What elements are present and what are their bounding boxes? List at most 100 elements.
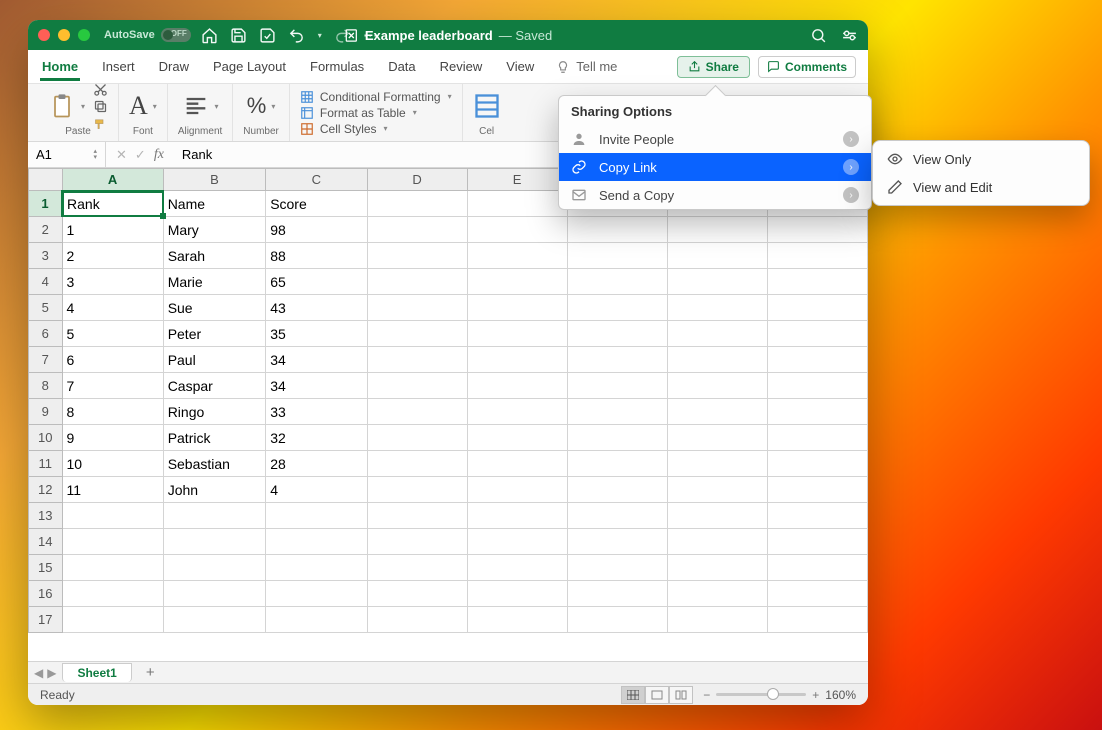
cell[interactable] xyxy=(367,477,467,503)
cell[interactable] xyxy=(367,295,467,321)
cell[interactable] xyxy=(467,399,567,425)
close-window-button[interactable] xyxy=(38,29,50,41)
cell[interactable]: 2 xyxy=(62,243,163,269)
view-page-break-button[interactable] xyxy=(669,686,693,704)
cell[interactable] xyxy=(62,607,163,633)
cell[interactable] xyxy=(567,477,667,503)
cell[interactable] xyxy=(467,217,567,243)
cell[interactable] xyxy=(667,347,767,373)
cell[interactable]: 28 xyxy=(266,451,367,477)
cell[interactable]: Sebastian xyxy=(163,451,266,477)
cell[interactable] xyxy=(467,451,567,477)
cell[interactable] xyxy=(467,477,567,503)
share-button[interactable]: Share xyxy=(677,56,750,78)
number-dropdown-icon[interactable]: ▾ xyxy=(271,102,275,111)
row-header[interactable]: 14 xyxy=(29,529,63,555)
cell[interactable] xyxy=(467,269,567,295)
cell[interactable] xyxy=(367,269,467,295)
cell[interactable] xyxy=(467,503,567,529)
cell[interactable] xyxy=(367,243,467,269)
cell[interactable] xyxy=(767,399,867,425)
stepper-icon[interactable]: ▴▾ xyxy=(93,149,97,161)
cell[interactable] xyxy=(767,321,867,347)
cell[interactable] xyxy=(667,425,767,451)
cell[interactable] xyxy=(266,607,367,633)
cell[interactable]: Sue xyxy=(163,295,266,321)
cell[interactable] xyxy=(567,425,667,451)
cell[interactable] xyxy=(62,555,163,581)
cell[interactable] xyxy=(467,243,567,269)
minimize-window-button[interactable] xyxy=(58,29,70,41)
cell[interactable]: Ringo xyxy=(163,399,266,425)
alignment-icon[interactable] xyxy=(182,92,210,120)
row-header[interactable]: 1 xyxy=(29,191,63,217)
cell[interactable] xyxy=(767,529,867,555)
cell[interactable] xyxy=(467,529,567,555)
column-header[interactable]: B xyxy=(163,169,266,191)
row-header[interactable]: 5 xyxy=(29,295,63,321)
cell[interactable] xyxy=(667,373,767,399)
cell[interactable] xyxy=(467,191,567,217)
cell[interactable] xyxy=(62,529,163,555)
tab-draw[interactable]: Draw xyxy=(157,53,191,81)
format-painter-icon[interactable] xyxy=(93,116,108,131)
cell[interactable] xyxy=(567,295,667,321)
cell[interactable] xyxy=(567,373,667,399)
cell[interactable]: Peter xyxy=(163,321,266,347)
view-normal-button[interactable] xyxy=(621,686,645,704)
tab-insert[interactable]: Insert xyxy=(100,53,137,81)
cells-icon[interactable] xyxy=(473,92,501,120)
cell[interactable]: 34 xyxy=(266,347,367,373)
cell[interactable] xyxy=(266,503,367,529)
cell[interactable] xyxy=(467,425,567,451)
row-header[interactable]: 15 xyxy=(29,555,63,581)
cell[interactable]: Score xyxy=(266,191,367,217)
cell[interactable] xyxy=(567,451,667,477)
tab-formulas[interactable]: Formulas xyxy=(308,53,366,81)
tab-home[interactable]: Home xyxy=(40,53,80,81)
cell[interactable] xyxy=(467,555,567,581)
font-a-icon[interactable]: A xyxy=(129,91,148,121)
cell[interactable] xyxy=(467,373,567,399)
cell[interactable]: 11 xyxy=(62,477,163,503)
cell[interactable] xyxy=(767,503,867,529)
cell[interactable]: 98 xyxy=(266,217,367,243)
cell[interactable] xyxy=(767,477,867,503)
cell[interactable] xyxy=(367,191,467,217)
cell[interactable] xyxy=(567,607,667,633)
cell[interactable] xyxy=(266,529,367,555)
cell[interactable]: 3 xyxy=(62,269,163,295)
cell[interactable]: 35 xyxy=(266,321,367,347)
cell[interactable]: Sarah xyxy=(163,243,266,269)
cell[interactable] xyxy=(767,581,867,607)
tab-view[interactable]: View xyxy=(504,53,536,81)
cell[interactable] xyxy=(567,269,667,295)
column-header[interactable]: A xyxy=(62,169,163,191)
cell[interactable]: 8 xyxy=(62,399,163,425)
cancel-formula-icon[interactable]: ✕ xyxy=(116,147,127,163)
cell[interactable] xyxy=(767,607,867,633)
invite-people-item[interactable]: Invite People › xyxy=(559,125,871,153)
cell[interactable]: 32 xyxy=(266,425,367,451)
save-check-icon[interactable] xyxy=(259,27,276,44)
sheet-tab[interactable]: Sheet1 xyxy=(62,663,131,682)
cell[interactable]: Mary xyxy=(163,217,266,243)
cell[interactable] xyxy=(567,243,667,269)
zoom-slider[interactable] xyxy=(716,693,806,696)
column-header[interactable]: D xyxy=(367,169,467,191)
cell[interactable] xyxy=(767,217,867,243)
view-page-layout-button[interactable] xyxy=(645,686,669,704)
cell[interactable] xyxy=(767,425,867,451)
row-header[interactable]: 7 xyxy=(29,347,63,373)
cell[interactable] xyxy=(767,347,867,373)
home-icon[interactable] xyxy=(201,27,218,44)
cell-styles-button[interactable]: Cell Styles ▾ xyxy=(300,122,452,136)
select-all-corner[interactable] xyxy=(29,169,63,191)
cell[interactable]: 1 xyxy=(62,217,163,243)
alignment-dropdown-icon[interactable]: ▾ xyxy=(215,102,219,111)
cell[interactable]: Marie xyxy=(163,269,266,295)
font-dropdown-icon[interactable]: ▾ xyxy=(153,102,157,111)
row-header[interactable]: 12 xyxy=(29,477,63,503)
cell[interactable]: Caspar xyxy=(163,373,266,399)
cell[interactable]: 43 xyxy=(266,295,367,321)
